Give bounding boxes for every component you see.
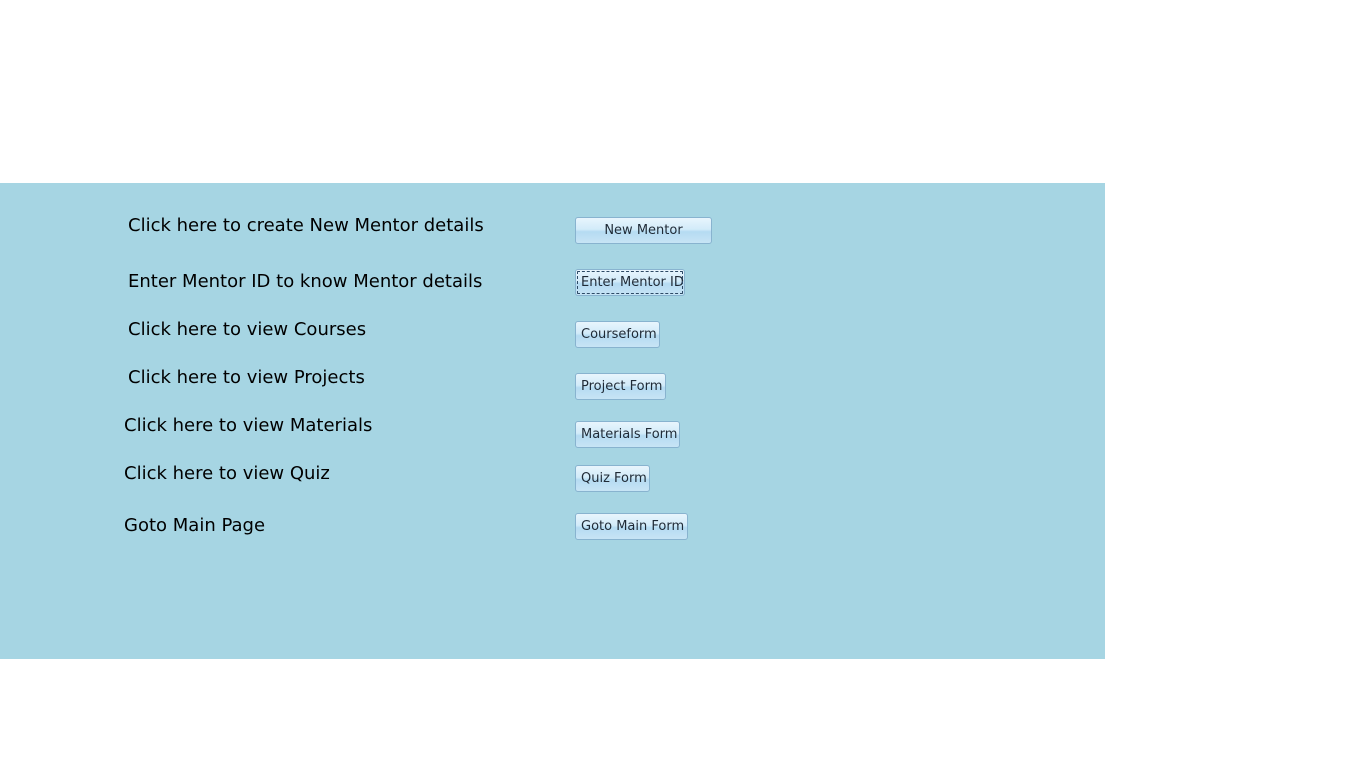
view-courses-label: Click here to view Courses [128,319,367,340]
goto-main-page-label: Goto Main Page [124,515,266,536]
enter-mentor-id-label: Enter Mentor ID to know Mentor details [128,271,483,292]
materials-form-button[interactable]: Materials Form [575,421,680,448]
project-form-button[interactable]: Project Form [575,373,666,400]
view-materials-label: Click here to view Materials [124,415,373,436]
goto-main-form-button[interactable]: Goto Main Form [575,513,688,540]
new-mentor-label: Click here to create New Mentor details [128,215,484,236]
new-mentor-button[interactable]: New Mentor [575,217,712,244]
view-quiz-label: Click here to view Quiz [124,463,330,484]
enter-mentor-id-button[interactable]: Enter Mentor ID [575,269,685,296]
courseform-button[interactable]: Courseform [575,321,660,348]
mentor-form-panel: Click here to create New Mentor details … [0,183,1105,659]
view-projects-label: Click here to view Projects [128,367,365,388]
quiz-form-button[interactable]: Quiz Form [575,465,650,492]
